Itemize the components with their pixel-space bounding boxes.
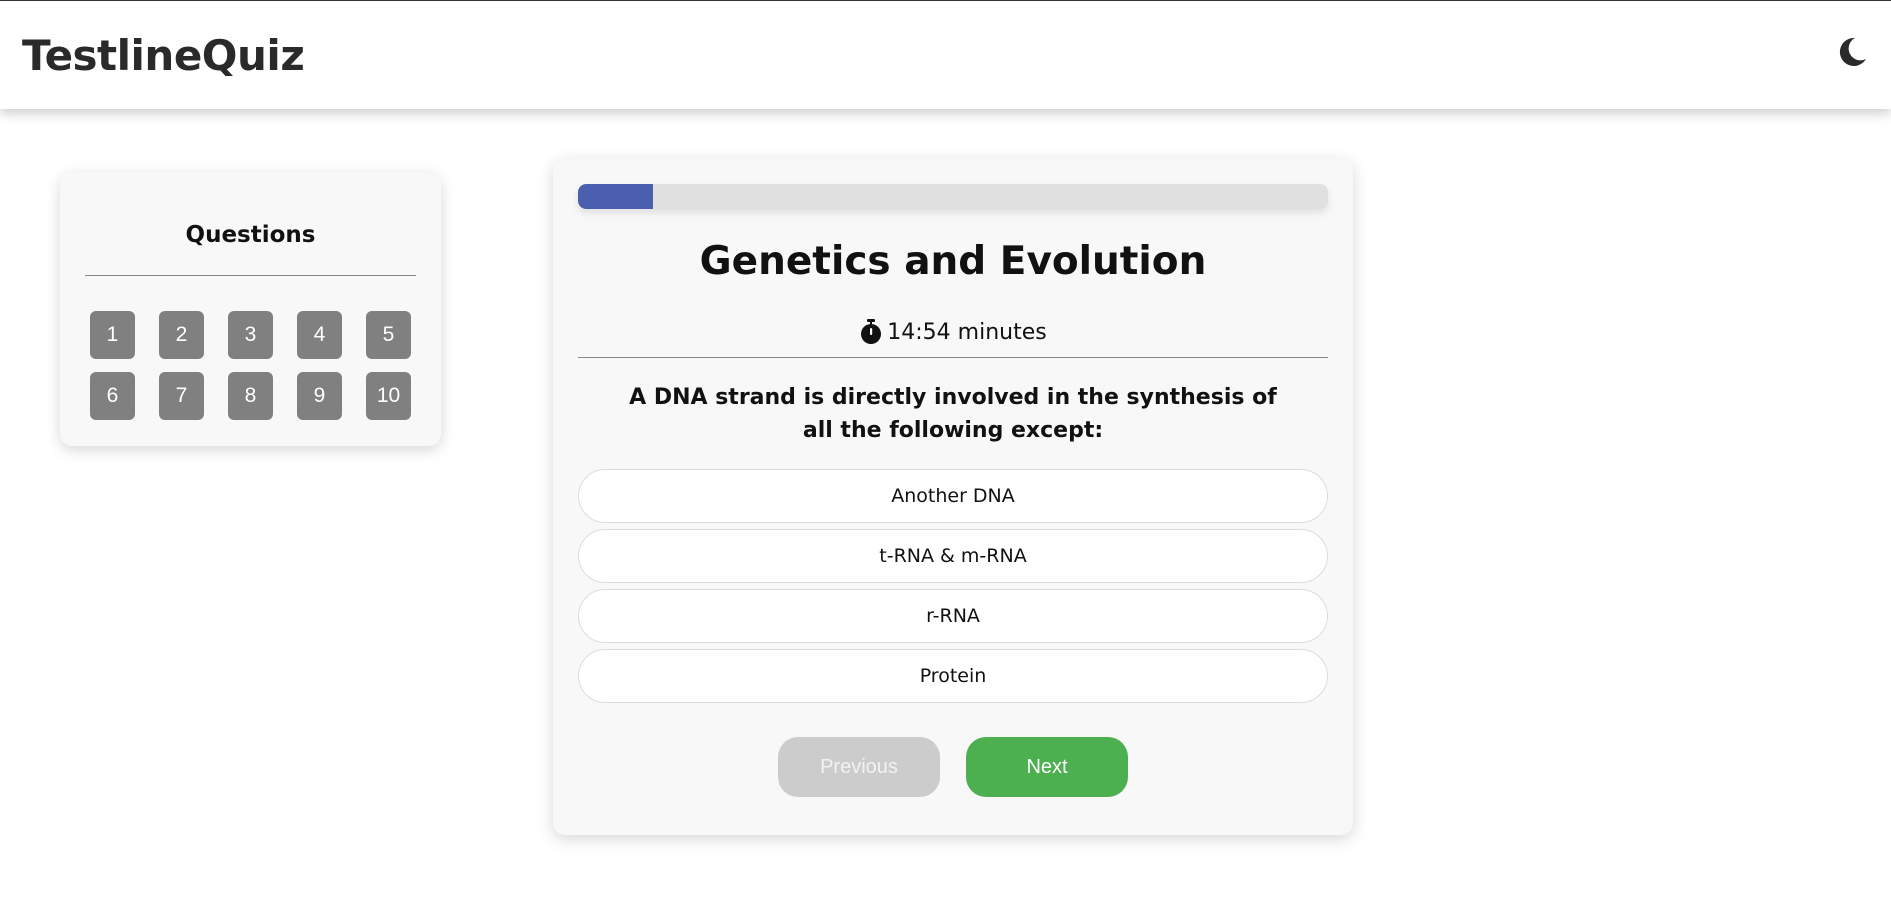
quiz-title: Genetics and Evolution (699, 239, 1207, 284)
answer-option-2[interactable]: t-RNA & m-RNA (578, 529, 1328, 583)
sidebar-divider (85, 275, 416, 276)
question-number-button-3[interactable]: 3 (228, 311, 273, 359)
question-number-grid: 1 2 3 4 5 6 7 8 9 10 (90, 311, 412, 420)
sidebar-title: Questions (185, 222, 316, 248)
timer-text: 14:54 minutes (887, 319, 1047, 345)
app-header: TestlineQuiz (0, 0, 1891, 109)
quiz-card: Genetics and Evolution 14:54 minutes A D… (553, 159, 1353, 835)
navigation-buttons: Previous Next (553, 737, 1353, 797)
question-number-button-9[interactable]: 9 (297, 372, 342, 420)
timer: 14:54 minutes (553, 319, 1353, 345)
question-number-button-7[interactable]: 7 (159, 372, 204, 420)
previous-button[interactable]: Previous (778, 737, 940, 797)
question-number-button-4[interactable]: 4 (297, 311, 342, 359)
answer-options: Another DNA t-RNA & m-RNA r-RNA Protein (578, 469, 1328, 709)
next-button[interactable]: Next (966, 737, 1128, 797)
card-divider (578, 357, 1328, 358)
stopwatch-icon (859, 319, 883, 345)
brand-title[interactable]: TestlineQuiz (22, 31, 305, 80)
question-number-button-1[interactable]: 1 (90, 311, 135, 359)
question-number-button-6[interactable]: 6 (90, 372, 135, 420)
progress-bar-fill (578, 184, 653, 209)
moon-icon[interactable] (1835, 35, 1869, 69)
question-navigator: Questions 1 2 3 4 5 6 7 8 9 10 (60, 172, 441, 446)
answer-option-3[interactable]: r-RNA (578, 589, 1328, 643)
question-number-button-2[interactable]: 2 (159, 311, 204, 359)
question-number-button-5[interactable]: 5 (366, 311, 411, 359)
question-number-button-8[interactable]: 8 (228, 372, 273, 420)
question-text: A DNA strand is directly involved in the… (629, 385, 1277, 443)
answer-option-1[interactable]: Another DNA (578, 469, 1328, 523)
answer-option-4[interactable]: Protein (578, 649, 1328, 703)
progress-bar (578, 184, 1328, 209)
question-number-button-10[interactable]: 10 (366, 372, 411, 420)
